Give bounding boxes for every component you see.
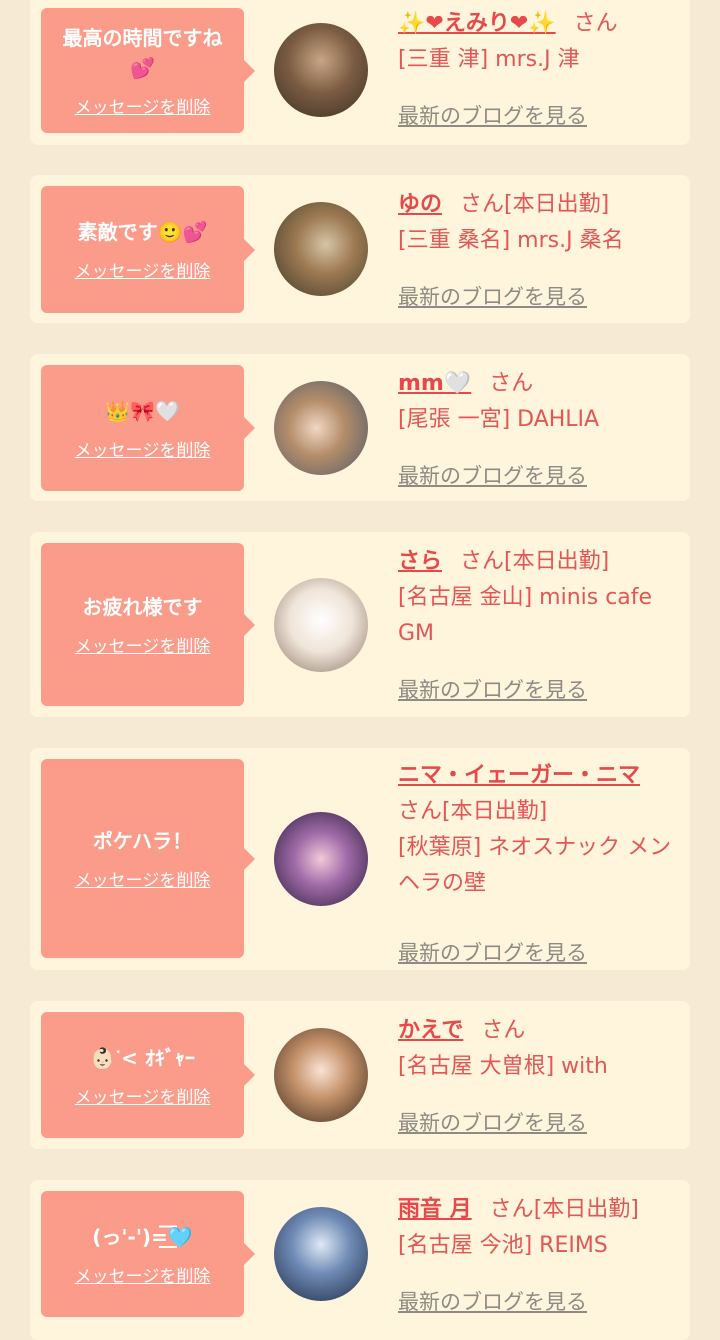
cast-name-link[interactable]: ゆの: [398, 192, 442, 217]
cast-name-link[interactable]: 雨音 月: [398, 1197, 472, 1222]
honorific: さん: [573, 11, 618, 36]
delete-message-link[interactable]: メッセージを削除: [75, 1083, 211, 1108]
message-bubble: 👶🏻‪ᐝ< ｵｷﾞｬｰ メッセージを削除: [41, 1012, 255, 1138]
cast-name-link[interactable]: かえで: [398, 1018, 463, 1043]
message-text: 素敵です🙂💕: [77, 220, 208, 244]
attendance-badge: [本日出勤]: [533, 1197, 639, 1222]
cast-name-link[interactable]: mm🤍: [398, 371, 471, 396]
name-line: ✨❤えみり❤✨ さん: [398, 6, 682, 42]
avatar[interactable]: [274, 1207, 368, 1301]
message-card: お疲れ様です メッセージを削除 さら さん[本日出勤] [名古屋 金山] mini…: [30, 532, 690, 717]
honorific: さん: [460, 192, 505, 217]
avatar[interactable]: [274, 202, 368, 296]
message-card: 最高の時間ですね 💕 メッセージを削除 ✨❤えみり❤✨ さん [三重 津] mrs.…: [30, 0, 690, 145]
cast-name-link[interactable]: さら: [398, 549, 442, 574]
shop-text: [三重 津] mrs.J 津: [398, 47, 580, 72]
delete-message-link[interactable]: メッセージを削除: [75, 632, 211, 657]
honorific: さん: [489, 1197, 534, 1222]
message-bubble: お疲れ様です メッセージを削除: [41, 543, 255, 706]
message-text: お疲れ様です: [82, 595, 203, 619]
attendance-badge: [本日出勤]: [442, 799, 548, 824]
name-line: ニマ・イェーガー・ニマ さん[本日出勤]: [398, 758, 682, 830]
message-card: 👶🏻‪ᐝ< ｵｷﾞｬｰ メッセージを削除 かえで さん [名古屋 大曽根] wit…: [30, 1001, 690, 1149]
avatar[interactable]: [274, 1028, 368, 1122]
delete-message-link[interactable]: メッセージを削除: [75, 866, 211, 891]
message-bubble: 👑🎀🤍 メッセージを削除: [41, 365, 255, 491]
message-card: 👑🎀🤍 メッセージを削除 mm🤍 さん [尾張 一宮] DAHLIA 最新のブログ…: [30, 354, 690, 501]
delete-message-link[interactable]: メッセージを削除: [75, 436, 211, 461]
attendance-badge: [本日出勤]: [504, 549, 610, 574]
profile-info: さら さん[本日出勤] [名古屋 金山] minis cafe GM 最新のブログ…: [398, 544, 682, 702]
message-bubble: ポケハラ！ メッセージを削除: [41, 759, 255, 958]
delete-message-link[interactable]: メッセージを削除: [75, 1262, 211, 1287]
message-bubble: (っ'-')=͟͟͞͞🩵 メッセージを削除: [41, 1191, 255, 1317]
avatar[interactable]: [274, 578, 368, 672]
latest-blog-link[interactable]: 最新のブログを見る: [398, 100, 587, 130]
honorific: さん: [489, 371, 534, 396]
honorific: さん: [481, 1018, 526, 1043]
avatar[interactable]: [274, 381, 368, 475]
avatar[interactable]: [274, 23, 368, 117]
message-text: ポケハラ！: [92, 829, 193, 853]
shop-text: [名古屋 大曽根] with: [398, 1054, 608, 1079]
latest-blog-link[interactable]: 最新のブログを見る: [398, 674, 587, 704]
honorific: さん: [398, 799, 443, 824]
latest-blog-link[interactable]: 最新のブログを見る: [398, 460, 587, 490]
message-card: (っ'-')=͟͟͞͞🩵 メッセージを削除 雨音 月さん[本日出勤] [名古屋 …: [30, 1180, 690, 1340]
message-text: (っ'-')=͟͟͞͞🩵: [92, 1224, 193, 1249]
name-line: さら さん[本日出勤]: [398, 544, 682, 580]
name-line: ゆの さん[本日出勤]: [398, 187, 682, 223]
avatar[interactable]: [274, 812, 368, 906]
message-text: 👑🎀🤍: [105, 398, 180, 423]
cast-name-link[interactable]: ✨❤えみり❤✨: [398, 11, 556, 36]
latest-blog-link[interactable]: 最新のブログを見る: [398, 1286, 587, 1316]
delete-message-link[interactable]: メッセージを削除: [75, 257, 211, 282]
message-bubble: 最高の時間ですね 💕 メッセージを削除: [41, 8, 255, 133]
name-line: かえで さん: [398, 1013, 682, 1049]
profile-info: かえで さん [名古屋 大曽根] with 最新のブログを見る: [398, 1013, 682, 1135]
latest-blog-link[interactable]: 最新のブログを見る: [398, 937, 587, 967]
cast-name-link[interactable]: ニマ・イェーガー・ニマ: [398, 763, 640, 788]
message-card: ポケハラ！ メッセージを削除 ニマ・イェーガー・ニマ さん[本日出勤] [秋葉原]…: [30, 748, 690, 970]
profile-info: 雨音 月さん[本日出勤] [名古屋 今池] REIMS 最新のブログを見る: [398, 1192, 682, 1314]
name-line: 雨音 月さん[本日出勤]: [398, 1192, 682, 1228]
shop-text: [名古屋 今池] REIMS: [398, 1233, 608, 1258]
profile-info: mm🤍 さん [尾張 一宮] DAHLIA 最新のブログを見る: [398, 366, 682, 488]
profile-info: ✨❤えみり❤✨ さん [三重 津] mrs.J 津 最新のブログを見る: [398, 6, 682, 128]
attendance-badge: [本日出勤]: [504, 192, 610, 217]
shop-text: [三重 桑名] mrs.J 桑名: [398, 228, 624, 253]
message-text: 最高の時間ですね 💕: [62, 26, 223, 80]
latest-blog-link[interactable]: 最新のブログを見る: [398, 281, 587, 311]
profile-info: ニマ・イェーガー・ニマ さん[本日出勤] [秋葉原] ネオスナック メンヘラの壁 …: [398, 758, 682, 965]
message-card: 素敵です🙂💕 メッセージを削除 ゆの さん[本日出勤] [三重 桑名] mrs.J…: [30, 175, 690, 323]
shop-text: [秋葉原] ネオスナック メンヘラの壁: [398, 835, 672, 896]
message-bubble: 素敵です🙂💕 メッセージを削除: [41, 186, 255, 313]
profile-info: ゆの さん[本日出勤] [三重 桑名] mrs.J 桑名 最新のブログを見る: [398, 187, 682, 309]
shop-text: [尾張 一宮] DAHLIA: [398, 407, 600, 432]
delete-message-link[interactable]: メッセージを削除: [75, 93, 211, 118]
shop-text: [名古屋 金山] minis cafe GM: [398, 585, 653, 646]
latest-blog-link[interactable]: 最新のブログを見る: [398, 1107, 587, 1137]
message-text: 👶🏻‪ᐝ< ｵｷﾞｬｰ: [90, 1045, 195, 1070]
honorific: さん: [460, 549, 505, 574]
name-line: mm🤍 さん: [398, 366, 682, 402]
